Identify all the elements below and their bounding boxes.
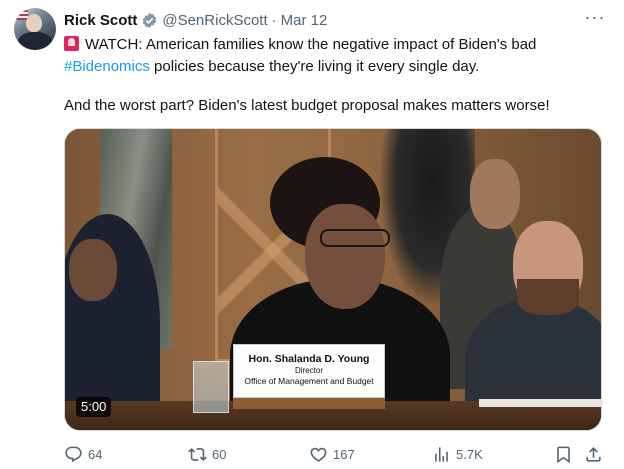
share-icon: [586, 447, 601, 462]
water-glass: [193, 361, 229, 413]
like-count: 167: [333, 447, 355, 462]
nameplate-base: [233, 397, 385, 409]
avatar-body: [18, 32, 52, 50]
tweet-text-line2: policies because they're living it every…: [149, 58, 480, 75]
avatar[interactable]: [14, 8, 56, 50]
author-name[interactable]: Rick Scott: [64, 12, 137, 29]
person-right-beard: [517, 279, 579, 315]
hashtag-link[interactable]: #Bidenomics: [64, 58, 150, 75]
like-icon: [310, 447, 327, 462]
video-duration-badge: 5:00: [76, 397, 112, 417]
avatar-head: [26, 14, 42, 32]
person-center-glasses: [320, 229, 390, 247]
tweet-text: WATCH: American families know the negati…: [64, 34, 614, 117]
tweet-text-line1: WATCH: American families know the negati…: [85, 36, 537, 53]
reply-button[interactable]: 64: [64, 445, 102, 464]
retweet-count: 60: [212, 447, 227, 462]
retweet-icon: [188, 448, 207, 461]
share-button[interactable]: [584, 445, 603, 464]
views-button[interactable]: 5.7K: [432, 445, 483, 464]
tweet-header: Rick Scott @SenRickScott · Mar 12: [64, 10, 327, 30]
tweet-actions: 64 60 167 5.7K: [64, 445, 604, 467]
separator-dot: ·: [271, 11, 277, 29]
tweet-paragraph-2: And the worst part? Biden's latest budge…: [64, 97, 550, 114]
views-icon: [435, 447, 448, 462]
like-button[interactable]: 167: [309, 445, 355, 464]
nameplate: Hon. Shalanda D. Young Director Office o…: [233, 344, 385, 398]
papers: [479, 399, 601, 407]
tweet-date[interactable]: Mar 12: [281, 12, 328, 29]
retweet-button[interactable]: 60: [188, 445, 226, 464]
author-handle[interactable]: @SenRickScott: [162, 12, 267, 29]
nameplate-name: Hon. Shalanda D. Young: [248, 353, 370, 365]
bookmark-button[interactable]: [554, 445, 573, 464]
siren-emoji-icon: [64, 36, 79, 51]
reply-icon: [65, 446, 82, 463]
bookmark-icon: [557, 446, 570, 464]
video-player[interactable]: Hon. Shalanda D. Young Director Office o…: [64, 128, 602, 431]
verified-badge-icon: [143, 12, 157, 28]
more-icon[interactable]: ···: [584, 6, 606, 28]
reply-count: 64: [88, 447, 103, 462]
person-background-face: [470, 159, 520, 229]
tweet-paragraph-1: WATCH: American families know the negati…: [64, 34, 614, 78]
nameplate-org: Office of Management and Budget: [244, 376, 374, 386]
person-center-face: [305, 204, 385, 309]
nameplate-title: Director: [294, 366, 323, 375]
person-left-face: [69, 239, 117, 301]
views-count: 5.7K: [456, 447, 483, 462]
